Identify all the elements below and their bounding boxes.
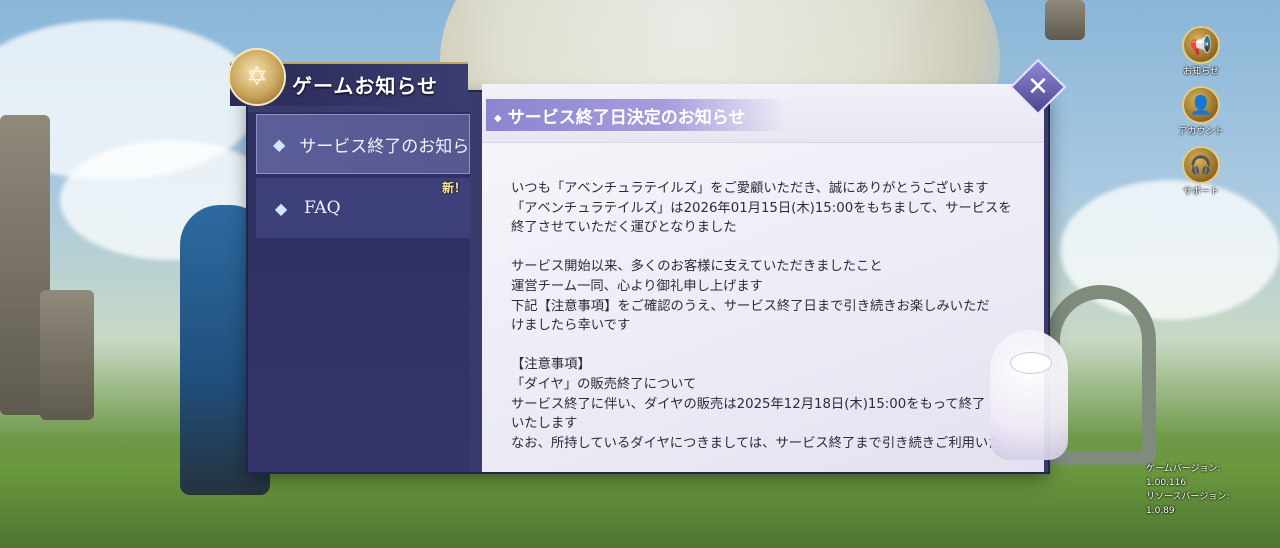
diamond-gem-icon: ◆ [273, 134, 286, 154]
account-icon: 👤 [1189, 94, 1213, 116]
account-button-label: アカウント [1178, 127, 1224, 137]
announcement-heading-text: サービス終了日決定のお知らせ [507, 108, 746, 128]
support-button-label: サポート [1182, 187, 1219, 197]
dialog-title: ゲームお知らせ [292, 74, 438, 98]
star-emblem-icon: ✡ [228, 48, 286, 106]
mascot-character [990, 330, 1068, 460]
news-button-label: お知らせ [1183, 67, 1219, 77]
tab-service-end[interactable]: ◆ サービス終了のお知らせ [256, 114, 470, 174]
tab-faq[interactable]: ◆ FAQ [256, 178, 470, 238]
resource-version-value: 1.0.89 [1146, 506, 1175, 516]
mascot-face [1010, 352, 1052, 374]
support-button[interactable]: 🎧 [1182, 146, 1220, 184]
announcement-body: いつも「アベンチュラテイルズ」をご愛顧いただき、誠にありがとうございます 「アベ… [511, 181, 1012, 451]
resource-version-label: リソースバージョン: [1146, 492, 1230, 502]
background-ruin-pillar [40, 290, 94, 420]
background-floating-rock [1045, 0, 1085, 40]
account-button[interactable]: 👤 [1182, 86, 1220, 124]
new-badge: 新！ [442, 181, 467, 195]
announcement-tab-list: ◆ サービス終了のお知らせ ◆ FAQ [248, 112, 470, 472]
announcement-heading: ◆ サービス終了日決定のお知らせ [494, 103, 745, 128]
game-version-value: 1.00.116 [1146, 478, 1187, 488]
tab-label: サービス終了のお知らせ [299, 136, 470, 157]
heading-bullet-icon: ◆ [494, 113, 502, 124]
tab-label: FAQ [304, 198, 341, 218]
news-button[interactable]: 📢 [1182, 26, 1220, 64]
game-version-label: ゲームバージョン: [1146, 464, 1221, 474]
diamond-gem-icon: ◆ [274, 198, 288, 218]
megaphone-icon: 📢 [1189, 34, 1213, 56]
close-icon[interactable]: ✕ [1018, 67, 1058, 107]
support-headset-icon: 🎧 [1189, 154, 1213, 176]
